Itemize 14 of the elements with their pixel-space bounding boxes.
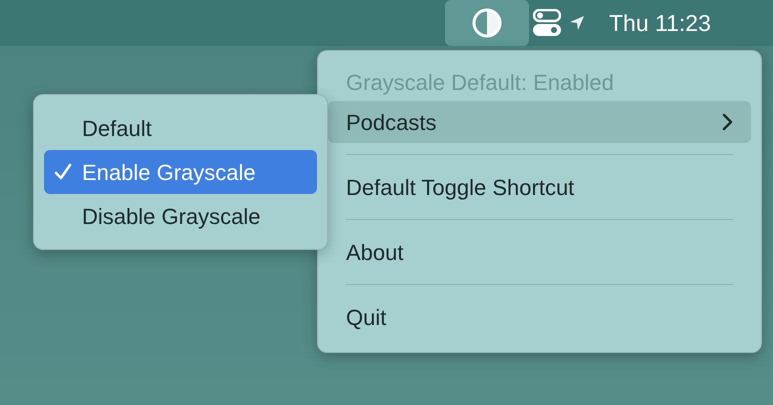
toggle-switches-icon[interactable] (533, 9, 561, 37)
location-arrow-icon[interactable] (569, 15, 585, 31)
clock[interactable]: Thu 11:23 (609, 6, 711, 40)
submenu-item[interactable]: Enable Grayscale (44, 150, 317, 194)
menu-item[interactable]: Podcasts (328, 101, 751, 143)
menu-item[interactable]: Default Toggle Shortcut (328, 166, 751, 208)
menu-header: Grayscale Default: Enabled (345, 69, 615, 97)
grayscale-menu-button[interactable] (445, 0, 529, 46)
menu-item[interactable]: Quit (328, 296, 751, 338)
half-circle-icon (472, 8, 502, 38)
submenu-item[interactable]: Disable Grayscale (44, 194, 317, 238)
menu-item[interactable]: About (328, 231, 751, 273)
chevron-right-icon (721, 113, 733, 131)
submenu-item[interactable]: Default (44, 106, 317, 150)
